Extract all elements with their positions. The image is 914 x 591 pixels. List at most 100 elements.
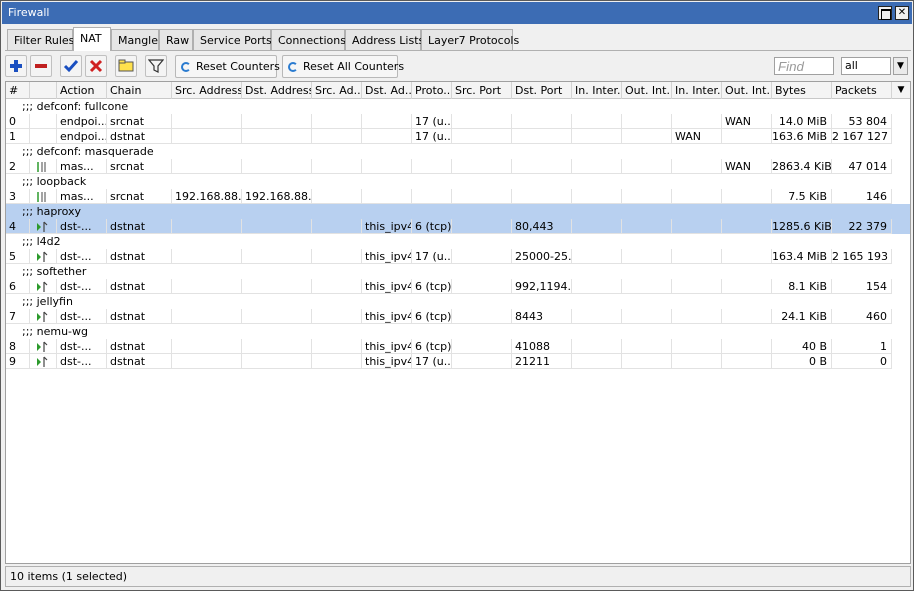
table-row[interactable]: 4 dst-... dstnat this_ipv4 6 (tcp) 80,443 1285…	[6, 219, 910, 234]
col-out-interface-list[interactable]: Out. Int...	[722, 82, 772, 99]
reset-counters-button[interactable]: Reset Counters	[175, 55, 280, 78]
cell-dst-al: this_ipv4	[362, 354, 412, 369]
comment-row[interactable]: ;;; defconf: masquerade	[6, 144, 910, 159]
columns-menu-button[interactable]: ▼	[894, 83, 908, 97]
cell-proto: 6 (tcp)	[412, 339, 452, 354]
table-row[interactable]: 6 dst-... dstnat this_ipv4 6 (tcp) 992,1194..…	[6, 279, 910, 294]
cell-in-if	[572, 159, 622, 174]
filter-dropdown-button[interactable]: ▼	[893, 57, 908, 75]
enable-button[interactable]	[60, 55, 82, 77]
rule-flag-cell	[30, 354, 57, 369]
cell-action: endpoi...	[57, 129, 107, 144]
filter-button[interactable]	[145, 55, 167, 77]
cell-dst-port	[512, 189, 572, 204]
comment-row[interactable]: ;;; defconf: fullcone	[6, 99, 910, 114]
comment-row[interactable]: ;;; softether	[6, 264, 910, 279]
col-out-interface[interactable]: Out. Int...	[622, 82, 672, 99]
cell-num: 4	[6, 219, 30, 234]
comment-row[interactable]: ;;; loopback	[6, 174, 910, 189]
col-action[interactable]: Action	[57, 82, 107, 99]
tab-address-lists[interactable]: Address Lists	[345, 29, 424, 51]
rule-comment: ;;; nemu-wg	[22, 325, 88, 338]
cell-dst-addr	[242, 279, 312, 294]
cell-out-if	[622, 129, 672, 144]
comment-row[interactable]: ;;; nemu-wg	[6, 324, 910, 339]
cell-action: mas...	[57, 189, 107, 204]
table-row[interactable]: 1 endpoi... dstnat 17 (u... WAN 163.6 MiB 2 16…	[6, 129, 910, 144]
cell-out-if	[622, 249, 672, 264]
col-protocol[interactable]: Proto...	[412, 82, 452, 99]
cell-src-al	[312, 339, 362, 354]
cell-dst-addr	[242, 114, 312, 129]
col-dst-address[interactable]: Dst. Address	[242, 82, 312, 99]
cell-dst-al: this_ipv4	[362, 339, 412, 354]
rule-flag-cell	[30, 129, 57, 144]
table-row[interactable]: 9 dst-... dstnat this_ipv4 17 (u... 21211 0 B0	[6, 354, 910, 369]
rule-flag-cell	[30, 159, 57, 174]
col-src-port[interactable]: Src. Port	[452, 82, 512, 99]
col-flags[interactable]	[30, 82, 57, 99]
cell-chain: dstnat	[107, 249, 172, 264]
cell-src-al	[312, 219, 362, 234]
cell-num: 6	[6, 279, 30, 294]
col-packets[interactable]: Packets	[832, 82, 892, 99]
cell-action: dst-...	[57, 354, 107, 369]
col-src-address[interactable]: Src. Address	[172, 82, 242, 99]
cell-chain: srcnat	[107, 114, 172, 129]
tab-service-ports[interactable]: Service Ports	[193, 29, 272, 51]
cell-chain: dstnat	[107, 339, 172, 354]
col-dst-address-list[interactable]: Dst. Ad...	[362, 82, 412, 99]
cell-action: dst-...	[57, 309, 107, 324]
cell-proto	[412, 189, 452, 204]
rule-comment: ;;; haproxy	[22, 205, 82, 218]
disable-button[interactable]	[85, 55, 107, 77]
cell-src-port	[452, 114, 512, 129]
cross-icon	[89, 59, 103, 73]
tab-layer7-protocols[interactable]: Layer7 Protocols	[421, 29, 519, 51]
col-number[interactable]: #	[6, 82, 30, 99]
col-in-interface[interactable]: In. Inter...	[572, 82, 622, 99]
tab-raw[interactable]: Raw	[159, 29, 193, 51]
close-button[interactable]: ✕	[895, 6, 909, 20]
cell-num: 3	[6, 189, 30, 204]
tab-mangle[interactable]: Mangle	[111, 29, 159, 51]
add-button[interactable]	[5, 55, 27, 77]
comment-row[interactable]: ;;; haproxy	[6, 204, 910, 219]
table-row[interactable]: 5 dst-... dstnat this_ipv4 17 (u... 25000-25.…	[6, 249, 910, 264]
col-src-address-list[interactable]: Src. Ad...	[312, 82, 362, 99]
cell-in-il: WAN	[672, 129, 722, 144]
table-row[interactable]: 0 endpoi... srcnat 17 (u... WAN 14.0 MiB 53 80…	[6, 114, 910, 129]
cell-dst-port	[512, 159, 572, 174]
maximize-button[interactable]	[878, 6, 892, 20]
reset-all-counters-button[interactable]: Reset All Counters	[282, 55, 404, 78]
cell-src-port	[452, 189, 512, 204]
table-row[interactable]: 3mas...srcnat192.168.88....192.168.88...…	[6, 189, 910, 204]
table-row[interactable]: 8 dst-... dstnat this_ipv4 6 (tcp) 41088 40 B1	[6, 339, 910, 354]
tab-filter-rules[interactable]: Filter Rules	[7, 29, 74, 51]
col-dst-port[interactable]: Dst. Port	[512, 82, 572, 99]
title-bar[interactable]: Firewall ✕	[2, 2, 912, 24]
cell-dst-addr	[242, 219, 312, 234]
dst-nat-icon	[37, 311, 48, 322]
window-title: Firewall	[8, 6, 50, 19]
find-input[interactable]	[774, 57, 834, 75]
tab-connections[interactable]: Connections	[271, 29, 346, 51]
tab-nat[interactable]: NAT	[73, 27, 111, 51]
cell-proto: 17 (u...	[412, 354, 452, 369]
comment-row[interactable]: ;;; jellyfin	[6, 294, 910, 309]
cell-src-al	[312, 114, 362, 129]
comment-button[interactable]	[115, 55, 137, 77]
cell-dst-al: this_ipv4	[362, 279, 412, 294]
remove-button[interactable]	[30, 55, 52, 77]
col-in-interface-list[interactable]: In. Inter...	[672, 82, 722, 99]
filter-select[interactable]: all	[841, 57, 891, 75]
col-bytes[interactable]: Bytes	[772, 82, 832, 99]
cell-dst-al	[362, 114, 412, 129]
table-row[interactable]: 2 mas... srcnat WAN 2863.4 KiB 47 014	[6, 159, 910, 174]
table-header: # Action Chain Src. Address Dst. Address…	[6, 82, 910, 99]
cell-num: 9	[6, 354, 30, 369]
col-chain[interactable]: Chain	[107, 82, 172, 99]
dst-nat-icon	[37, 356, 48, 367]
table-row[interactable]: 7 dst-... dstnat this_ipv4 6 (tcp) 8443 24.1 K…	[6, 309, 910, 324]
comment-row[interactable]: ;;; l4d2	[6, 234, 910, 249]
